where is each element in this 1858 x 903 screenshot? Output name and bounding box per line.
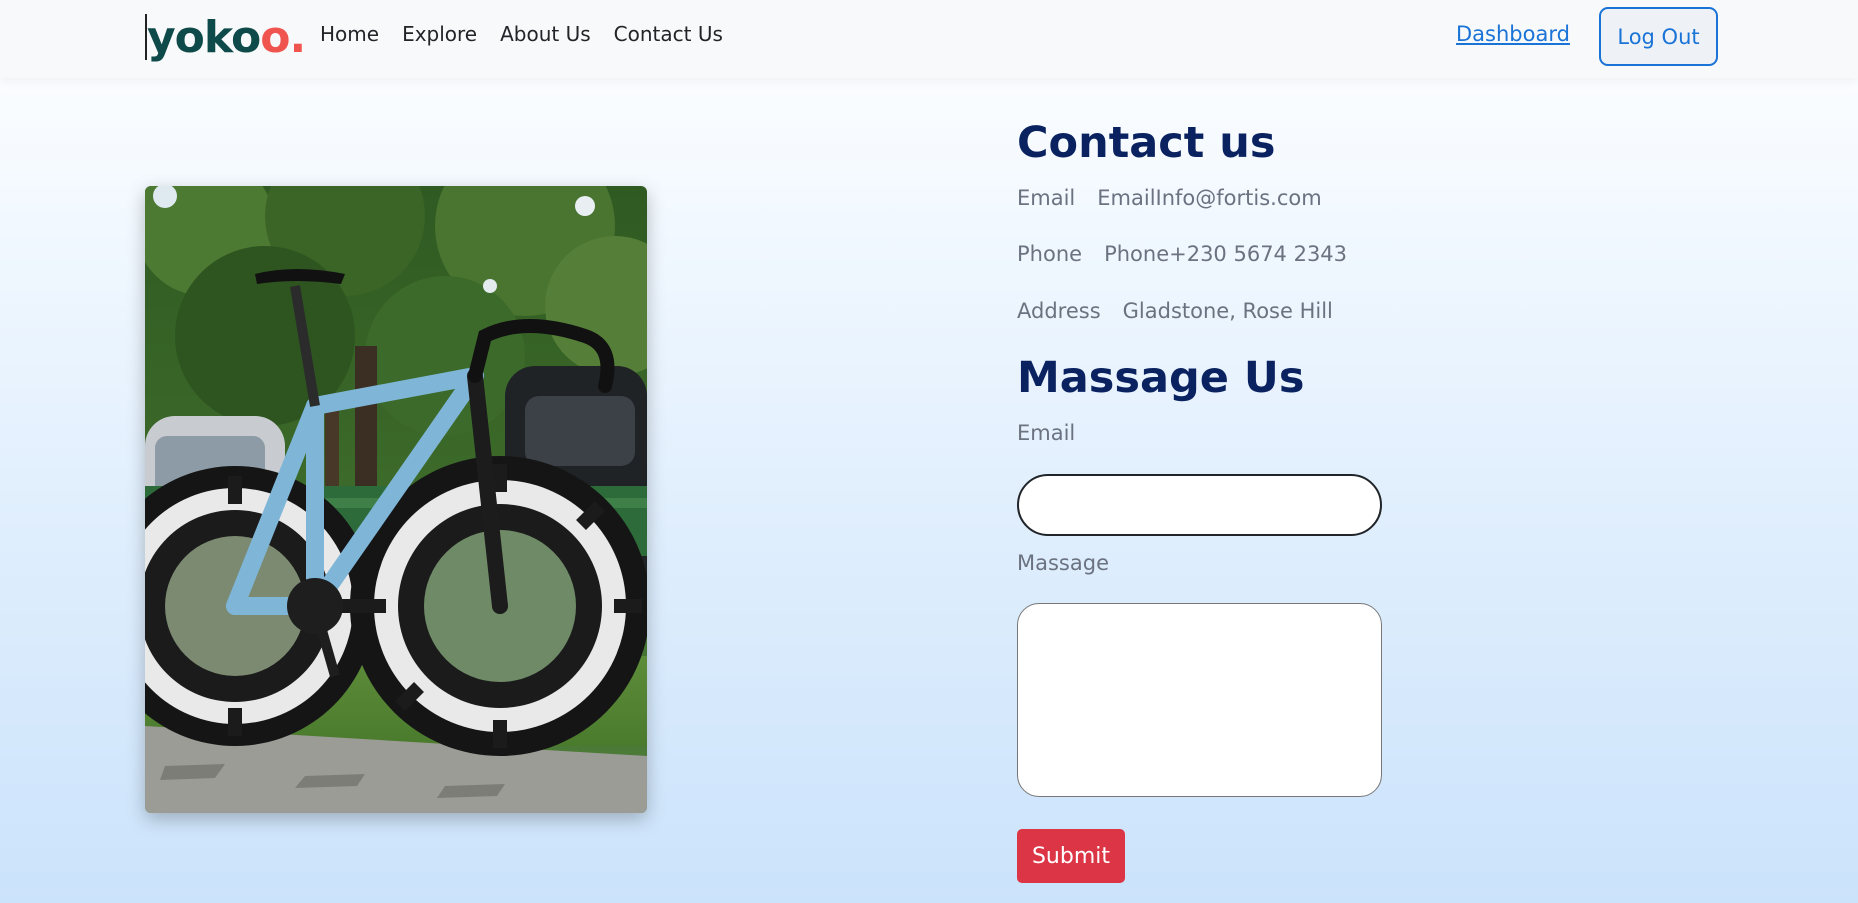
contact-address-row: Address Gladstone, Rose Hill [1017, 299, 1333, 323]
submit-button[interactable]: Submit [1017, 829, 1125, 883]
brand-text-main: yoko [147, 12, 261, 63]
contact-email-label: Email [1017, 186, 1076, 210]
contact-phone-row: Phone Phone+230 5674 2343 [1017, 242, 1347, 266]
contact-address-label: Address [1017, 299, 1101, 323]
contact-phone-label: Phone [1017, 242, 1083, 266]
nav-link-contact-us[interactable]: Contact Us [614, 22, 723, 46]
email-input[interactable] [1017, 474, 1382, 536]
nav-link-home[interactable]: Home [320, 22, 379, 46]
contact-phone-value: Phone+230 5674 2343 [1104, 242, 1348, 266]
bicycle-photo [145, 186, 647, 813]
nav-link-about-us[interactable]: About Us [500, 22, 591, 46]
top-navbar: yokoo. Home Explore About Us Contact Us … [0, 0, 1858, 78]
logout-button[interactable]: Log Out [1599, 7, 1718, 66]
dashboard-link[interactable]: Dashboard [1456, 22, 1570, 46]
form-message-label: Massage [1017, 551, 1109, 575]
brand-logo[interactable]: yokoo. [145, 12, 306, 63]
brand-text-accent: o [260, 12, 290, 63]
nav-link-explore[interactable]: Explore [402, 22, 477, 46]
contact-us-heading: Contact us [1017, 118, 1276, 168]
nav-links: Home Explore About Us Contact Us [320, 22, 723, 46]
form-email-label: Email [1017, 421, 1076, 445]
contact-email-value: EmailInfo@fortis.com [1097, 186, 1322, 210]
contact-address-value: Gladstone, Rose Hill [1122, 299, 1333, 323]
message-textarea[interactable] [1017, 603, 1382, 797]
contact-email-row: Email EmailInfo@fortis.com [1017, 186, 1322, 210]
brand-dot: . [289, 12, 306, 63]
message-us-heading: Massage Us [1017, 353, 1305, 403]
